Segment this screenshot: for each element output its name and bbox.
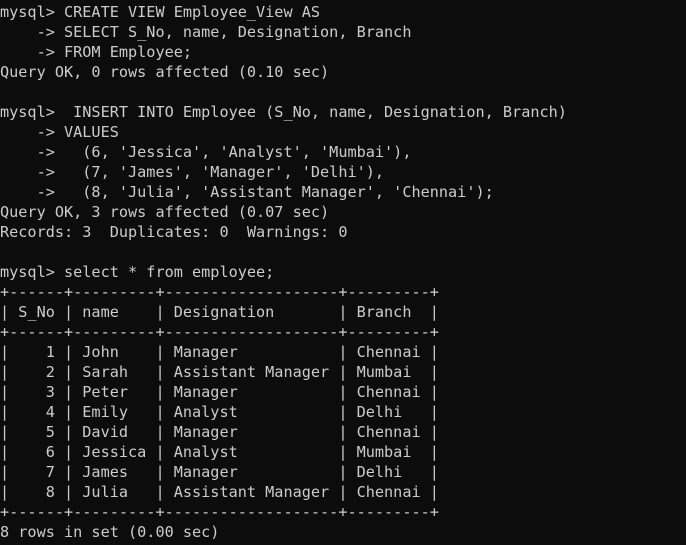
continuation-line: -> (8, 'Julia', 'Assistant Manager', 'Ch… xyxy=(0,183,494,201)
table-border: +------+---------+-------------------+--… xyxy=(0,283,439,301)
query-result-line: Query OK, 0 rows affected (0.10 sec) xyxy=(0,63,330,81)
continuation-line: -> (7, 'James', 'Manager', 'Delhi'), xyxy=(0,163,385,181)
terminal-window[interactable]: mysql> CREATE VIEW Employee_View AS -> S… xyxy=(0,0,686,545)
table-border: +------+---------+-------------------+--… xyxy=(0,323,439,341)
table-row: | 4 | Emily | Analyst | Delhi | xyxy=(0,403,439,421)
table-row: | 6 | Jessica | Analyst | Mumbai | xyxy=(0,443,439,461)
prompt-line: mysql> select * from employee; xyxy=(0,263,275,281)
table-row: | 2 | Sarah | Assistant Manager | Mumbai… xyxy=(0,363,439,381)
table-row: | 5 | David | Manager | Chennai | xyxy=(0,423,439,441)
continuation-line: -> SELECT S_No, name, Designation, Branc… xyxy=(0,23,412,41)
table-row: | 8 | Julia | Assistant Manager | Chenna… xyxy=(0,483,439,501)
continuation-line: -> VALUES xyxy=(0,123,119,141)
continuation-line: -> FROM Employee; xyxy=(0,43,193,61)
prompt-line: mysql> INSERT INTO Employee (S_No, name,… xyxy=(0,103,567,121)
prompt-line: mysql> CREATE VIEW Employee_View AS xyxy=(0,3,321,21)
table-row: | 3 | Peter | Manager | Chennai | xyxy=(0,383,439,401)
table-row: | 1 | John | Manager | Chennai | xyxy=(0,343,439,361)
continuation-line: -> (6, 'Jessica', 'Analyst', 'Mumbai'), xyxy=(0,143,412,161)
table-row: | 7 | James | Manager | Delhi | xyxy=(0,463,439,481)
table-border: +------+---------+-------------------+--… xyxy=(0,503,439,521)
rows-in-set-line: 8 rows in set (0.00 sec) xyxy=(0,523,220,541)
query-result-line: Query OK, 3 rows affected (0.07 sec) xyxy=(0,203,330,221)
table-header-row: | S_No | name | Designation | Branch | xyxy=(0,303,439,321)
records-summary-line: Records: 3 Duplicates: 0 Warnings: 0 xyxy=(0,223,348,241)
